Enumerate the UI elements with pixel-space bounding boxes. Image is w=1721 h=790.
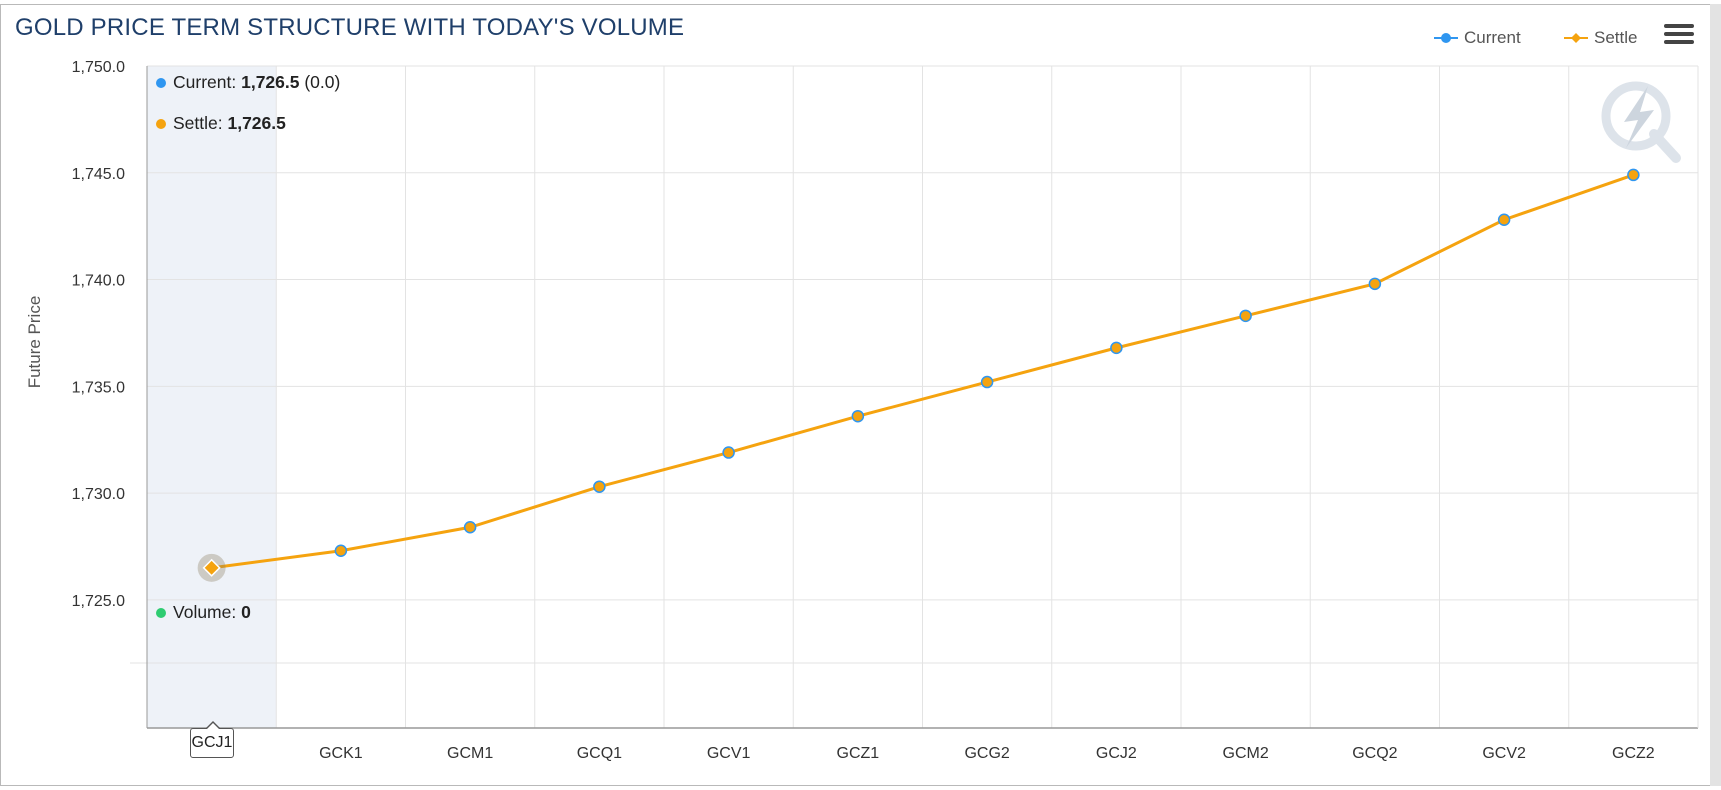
y-tick-label: 1,745.0 [72,166,125,183]
x-tick-label: GCQ1 [577,745,622,762]
y-tick-label: 1,730.0 [72,486,125,503]
y-axis-title: Future Price [25,296,44,389]
volume-dot-icon [156,607,166,618]
x-tick-label: GCV2 [1482,745,1526,762]
x-tick-label: GCQ2 [1352,745,1397,762]
y-tick-label: 1,750.0 [72,59,125,76]
data-point [980,375,994,389]
x-tick-label: GCZ2 [1612,745,1655,762]
data-point [851,409,865,423]
data-point [334,544,348,558]
data-point [1239,309,1252,323]
current-dot-icon [156,77,166,88]
lightning-q-logo [1601,81,1681,163]
settle-dot-icon [156,118,166,129]
data-point [593,480,606,493]
y-tick-label: 1,725.0 [72,593,125,610]
data-point [463,521,477,534]
tooltip-settle-label: Settle [173,113,218,133]
tooltip-current-row: Current: 1,726.5 (0.0) [156,72,340,93]
data-point [722,446,735,459]
tooltip-volume-label: Volume [173,602,232,622]
x-tick-label: GCM1 [447,745,493,762]
y-tick-label: 1,740.0 [72,273,125,290]
x-tick-label: GCZ1 [837,745,880,762]
x-tick-label: GCJ2 [1096,745,1137,762]
tooltip-volume-value: 0 [241,602,251,622]
data-point [1497,213,1511,227]
y-tick-label: 1,735.0 [72,379,125,396]
data-point [1627,168,1640,182]
data-point [1110,341,1123,355]
x-tick-label: GCG2 [964,745,1009,762]
x-tick-label: GCM2 [1223,745,1269,762]
data-point [1368,277,1382,291]
tooltip-volume-row: Volume: 0 [156,602,251,623]
tooltip-current-label: Current [173,72,232,92]
x-tick-label: GCK1 [319,745,363,762]
category-tooltip: GCJ1 [190,721,234,758]
tooltip-settle-value: 1,726.5 [227,113,286,133]
x-tick-label: GCV1 [707,745,751,762]
tooltip-current-value: 1,726.5 [241,72,300,92]
tooltip-current-change: (0.0) [304,72,341,92]
tooltip-settle-row: Settle: 1,726.5 [156,113,286,134]
highlight-band [147,66,277,728]
